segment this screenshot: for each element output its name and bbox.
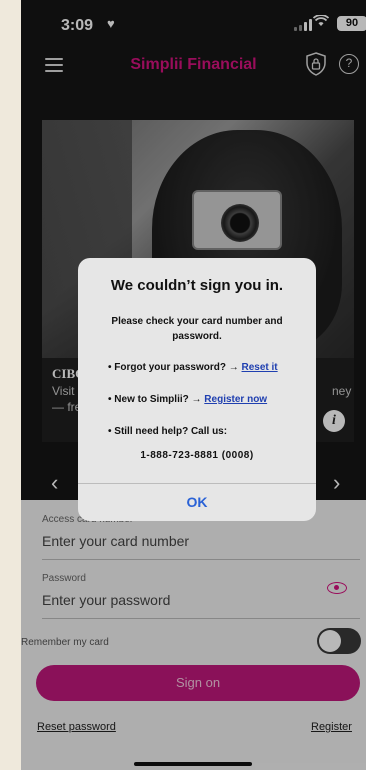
help-row: • Still need help? Call us: — [108, 426, 228, 437]
forgot-password-row: • Forgot your password? → Reset it — [108, 362, 278, 373]
dialog-divider — [78, 483, 316, 484]
help-text: Still need help? Call us: — [114, 426, 228, 437]
dialog-title: We couldn’t sign you in. — [110, 277, 284, 294]
ok-button[interactable]: OK — [78, 494, 316, 510]
reset-it-link[interactable]: Reset it — [242, 362, 278, 373]
register-now-link[interactable]: Register now — [204, 394, 267, 405]
new-text: New to Simplii? → — [114, 394, 202, 405]
help-phone-number[interactable]: 1-888-723-8881 (0008) — [78, 450, 316, 461]
dialog-message: Please check your card number and passwo… — [111, 316, 283, 342]
new-user-row: • New to Simplii? → Register now — [108, 394, 268, 405]
phone-screen: 3:09 ♥ 90 Simplii Financial ? CIBC Visit… — [21, 0, 366, 770]
forgot-text: Forgot your password? → — [114, 362, 239, 373]
sign-in-error-dialog: We couldn’t sign you in. Please check yo… — [78, 258, 316, 521]
